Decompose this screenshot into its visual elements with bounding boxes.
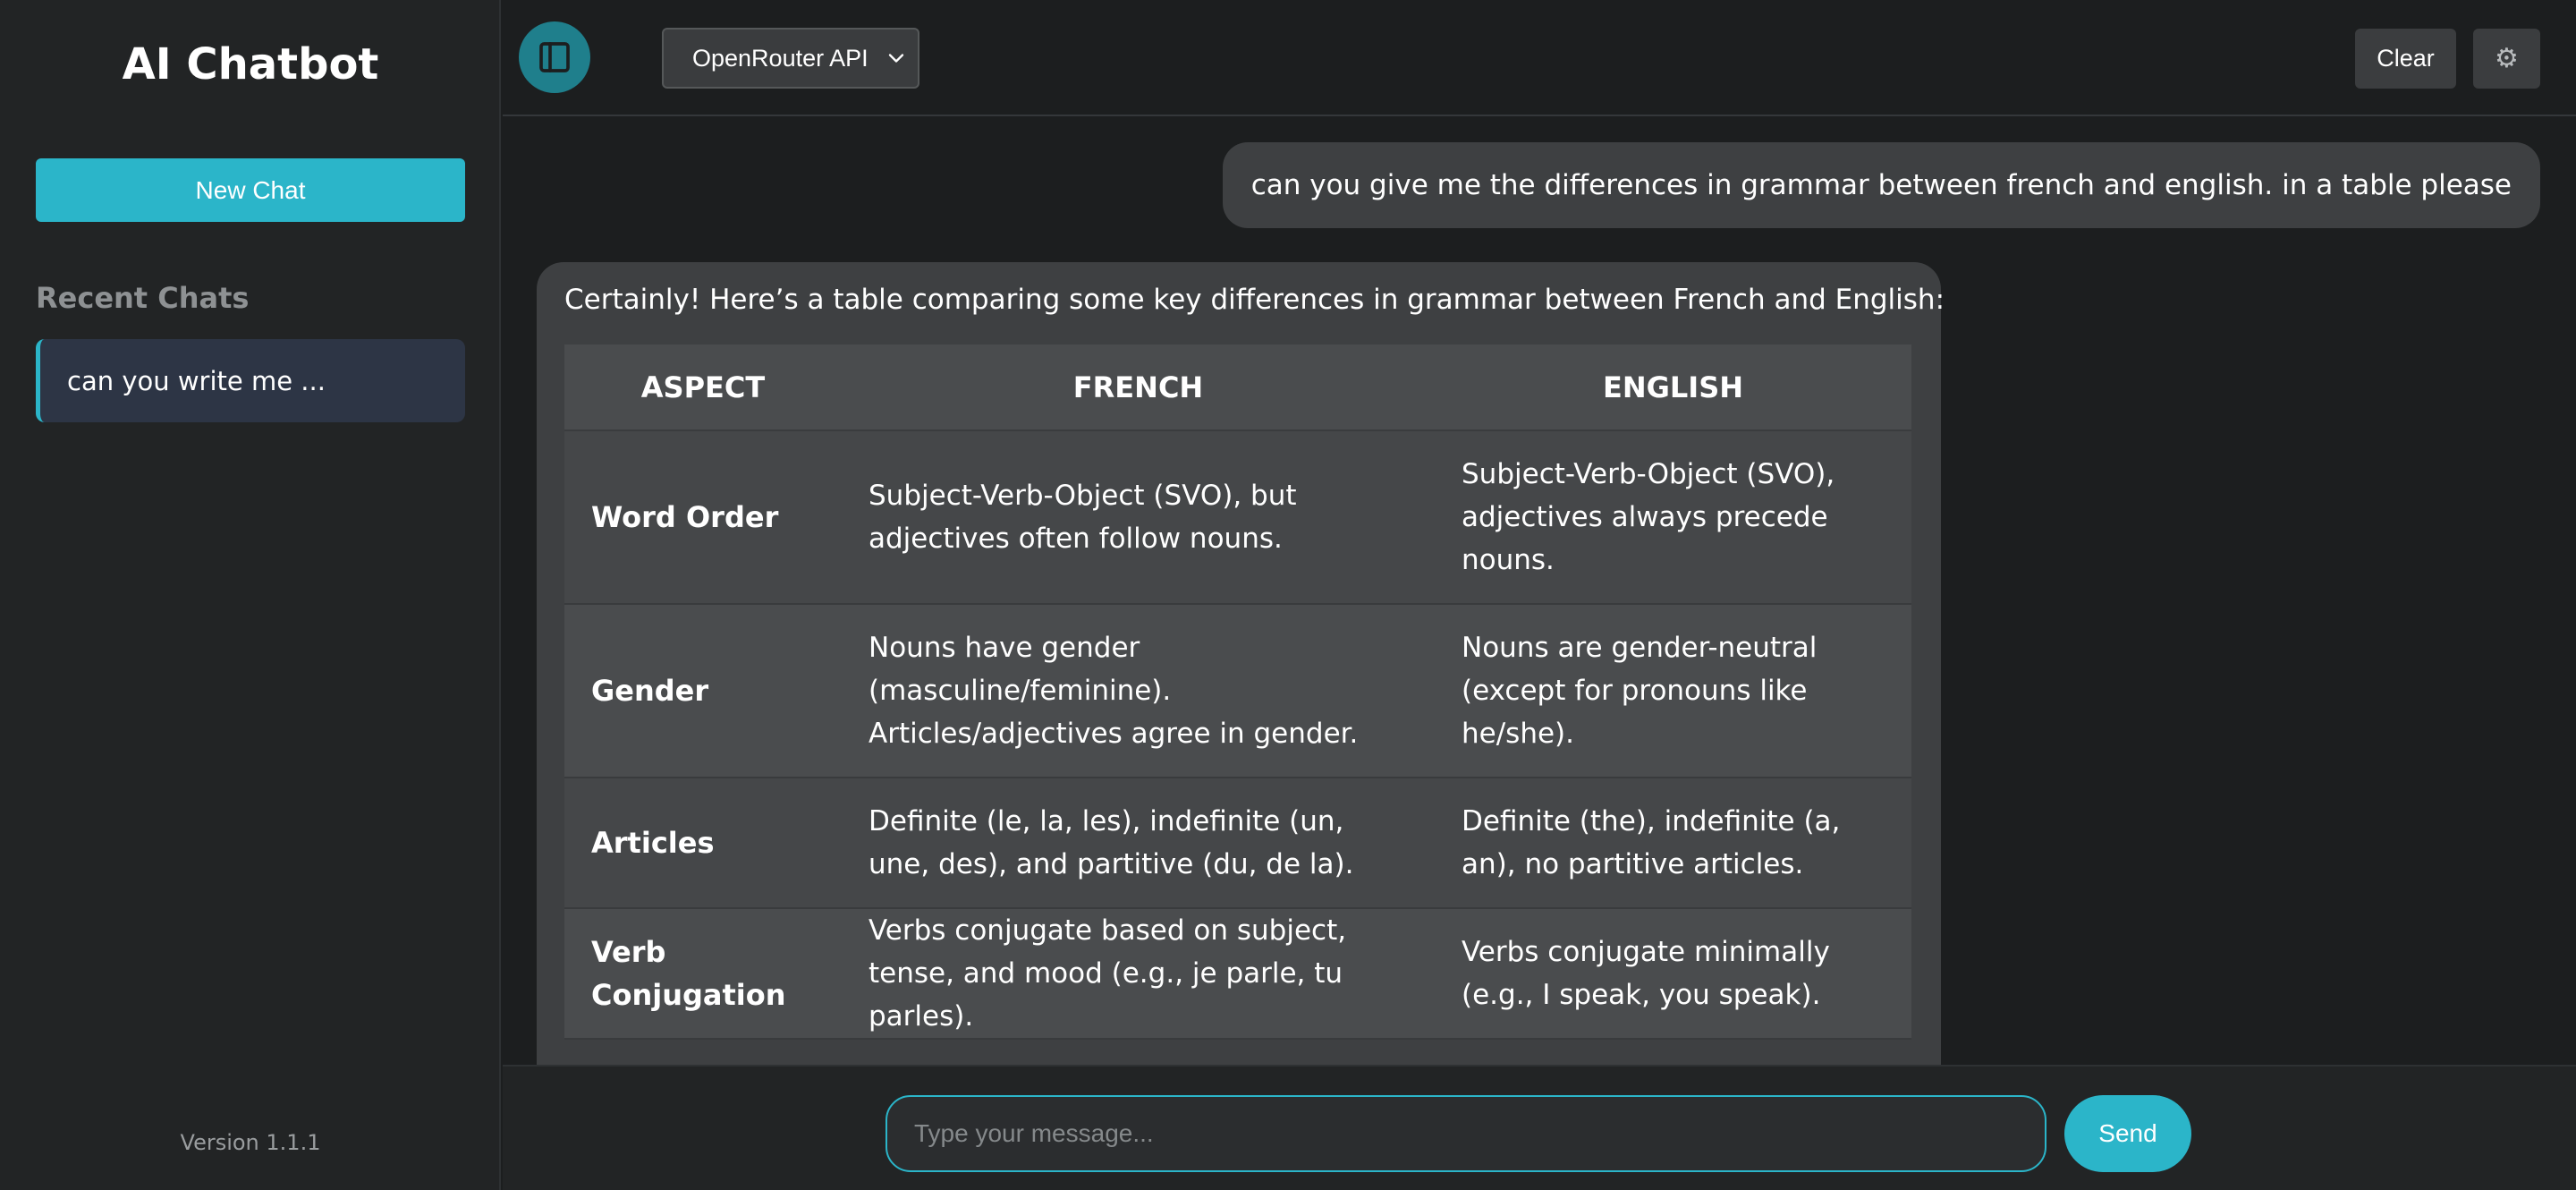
new-chat-button[interactable]: New Chat — [36, 158, 465, 222]
chat-messages[interactable]: can you give me the differences in gramm… — [503, 118, 2576, 1065]
french-cell: Nouns have gender (masculine/feminine). … — [842, 604, 1435, 778]
recent-chat-item[interactable]: can you write me ... — [36, 339, 465, 422]
assistant-intro-text: Certainly! Here’s a table comparing some… — [564, 284, 1945, 316]
english-cell: Verbs conjugate minimally (e.g., I speak… — [1435, 908, 1911, 1040]
app-title: AI Chatbot — [122, 39, 379, 89]
sidebar: AI Chatbot New Chat Recent Chats can you… — [0, 0, 501, 1190]
table-row: Verb Conjugation Verbs conjugate based o… — [564, 908, 1911, 1040]
column-header-aspect: ASPECT — [564, 344, 842, 431]
api-provider-select[interactable]: OpenRouter API — [662, 28, 919, 89]
column-header-french: FRENCH — [842, 344, 1435, 431]
gear-icon: ⚙ — [2495, 43, 2519, 74]
chevron-down-icon — [888, 54, 904, 63]
assistant-message: Certainly! Here’s a table comparing some… — [537, 262, 1945, 1065]
app-window: AI Chatbot New Chat Recent Chats can you… — [0, 0, 2576, 1190]
api-provider-value: OpenRouter API — [692, 44, 869, 72]
settings-button[interactable]: ⚙ — [2473, 29, 2540, 89]
recent-chat-label: can you write me ... — [67, 365, 326, 396]
recent-chats-heading: Recent Chats — [36, 281, 250, 315]
table-row: Word Order Subject-Verb-Object (SVO), bu… — [564, 430, 1911, 605]
table-row: Gender Nouns have gender (masculine/femi… — [564, 604, 1911, 778]
column-header-english: ENGLISH — [1435, 344, 1911, 431]
top-bar: OpenRouter API Clear ⚙ — [503, 0, 2576, 116]
grammar-comparison-table: ASPECT FRENCH ENGLISH Word Order Subject… — [564, 344, 1911, 1040]
english-cell: Nouns are gender-neutral (except for pro… — [1435, 604, 1911, 778]
table-row: Articles Definite (le, la, les), indefin… — [564, 778, 1911, 909]
message-composer: Send — [503, 1065, 2576, 1190]
user-message: can you give me the differences in gramm… — [1222, 142, 2540, 228]
aspect-cell: Verb Conjugation — [564, 908, 842, 1040]
french-cell: Definite (le, la, les), indefinite (un, … — [842, 778, 1435, 909]
sidebar-toggle-icon — [539, 42, 570, 72]
french-cell: Verbs conjugate based on subject, tense,… — [842, 908, 1435, 1040]
aspect-cell: Gender — [564, 604, 842, 778]
version-label: Version 1.1.1 — [180, 1130, 321, 1155]
send-button[interactable]: Send — [2064, 1095, 2191, 1172]
aspect-cell: Articles — [564, 778, 842, 909]
sidebar-toggle-button[interactable] — [519, 21, 590, 93]
french-cell: Subject-Verb-Object (SVO), but adjective… — [842, 430, 1435, 605]
aspect-cell: Word Order — [564, 430, 842, 605]
english-cell: Definite (the), indefinite (a, an), no p… — [1435, 778, 1911, 909]
table-header-row: ASPECT FRENCH ENGLISH — [564, 344, 1911, 431]
english-cell: Subject-Verb-Object (SVO), adjectives al… — [1435, 430, 1911, 605]
message-input[interactable] — [886, 1095, 2046, 1172]
clear-button[interactable]: Clear — [2355, 29, 2456, 89]
